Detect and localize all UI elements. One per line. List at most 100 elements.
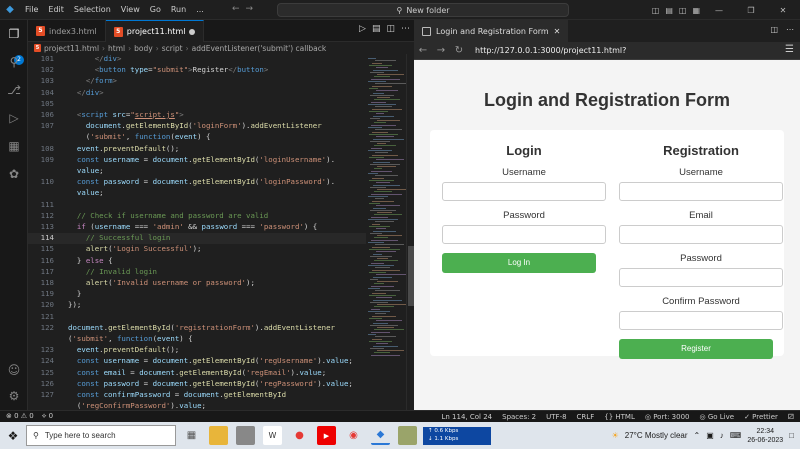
code-line[interactable]: 108 event.preventDefault();: [28, 144, 366, 155]
chevron-up-icon[interactable]: ⌃: [694, 431, 701, 440]
keyboard-icon[interactable]: ⌨: [730, 431, 742, 440]
vscode-taskbar-icon[interactable]: ◆: [371, 426, 390, 445]
code-line[interactable]: value;: [28, 166, 366, 177]
back-arrow-icon[interactable]: ←: [232, 4, 246, 14]
chatgpt-icon[interactable]: ✿: [4, 164, 24, 184]
code-line[interactable]: 121: [28, 312, 366, 323]
notifications-icon[interactable]: ⚂: [788, 413, 794, 421]
code-line[interactable]: 111: [28, 200, 366, 211]
minimap[interactable]: [366, 54, 408, 410]
reg-confirm-password-input[interactable]: [619, 311, 783, 330]
explorer-icon[interactable]: ❐: [4, 24, 24, 44]
code-line[interactable]: ('submit', function(event) {: [28, 334, 366, 345]
menu-selection[interactable]: Selection: [69, 0, 116, 20]
menu-more[interactable]: ...: [191, 0, 209, 20]
weather-text[interactable]: 27°C Mostly clear: [625, 431, 688, 440]
code-line[interactable]: 107 document.getElementById('loginForm')…: [28, 121, 366, 132]
close-icon[interactable]: ✕: [554, 27, 561, 36]
encoding[interactable]: UTF-8: [546, 413, 566, 421]
code-line[interactable]: ('submit', function(event) {: [28, 132, 366, 143]
code-editor[interactable]: 101 </div> 102 <button type="submit">Regi…: [28, 54, 366, 410]
windows-start-icon[interactable]: ❖: [0, 422, 26, 449]
breadcrumb-item[interactable]: project11.html: [44, 44, 99, 53]
reg-password-input[interactable]: [619, 268, 783, 287]
forward-arrow-icon[interactable]: →: [246, 4, 260, 14]
problems-status[interactable]: ⊗ 0 ⚠ 0: [6, 412, 34, 421]
layout-secondary-icon[interactable]: ◫: [679, 6, 687, 15]
edge-icon[interactable]: ●: [290, 426, 309, 445]
code-line[interactable]: 101 </div>: [28, 54, 366, 65]
menu-icon[interactable]: ☰: [785, 44, 794, 55]
menu-run[interactable]: Run: [166, 0, 191, 20]
code-line[interactable]: 110 const password = document.getElement…: [28, 177, 366, 188]
notification-center-icon[interactable]: □: [789, 431, 794, 440]
reg-username-input[interactable]: [619, 182, 783, 201]
code-line[interactable]: 102 <button type="submit">Register</butt…: [28, 65, 366, 76]
forward-arrow-icon[interactable]: →: [432, 45, 450, 56]
reload-icon[interactable]: ↻: [450, 45, 468, 56]
menu-view[interactable]: View: [116, 0, 145, 20]
code-line[interactable]: 118 alert('Invalid username or password'…: [28, 278, 366, 289]
split-editor-icon[interactable]: ◫: [386, 24, 395, 34]
app-icon[interactable]: [236, 426, 255, 445]
code-line[interactable]: 127 const confirmPassword = document.get…: [28, 390, 366, 401]
code-line[interactable]: 123 event.preventDefault();: [28, 345, 366, 356]
breadcrumb-item[interactable]: script: [162, 44, 183, 53]
reg-email-input[interactable]: [619, 225, 783, 244]
close-icon[interactable]: ✕: [770, 6, 796, 15]
layout-sidebar-icon[interactable]: ◫: [652, 6, 660, 15]
login-password-input[interactable]: [442, 225, 606, 244]
run-debug-icon[interactable]: ▷: [4, 108, 24, 128]
url-input[interactable]: http://127.0.0.1:3000/project11.html?: [472, 44, 782, 58]
youtube-icon[interactable]: ▶: [317, 426, 336, 445]
unsaved-dot-icon[interactable]: [189, 28, 196, 35]
clock[interactable]: 22:34 26-06-2023: [747, 427, 783, 445]
account-icon[interactable]: ☺: [4, 360, 24, 380]
network-icon[interactable]: ▣: [706, 431, 714, 440]
extensions-icon[interactable]: ▦: [4, 136, 24, 156]
editor-scrollbar[interactable]: [406, 54, 414, 410]
volume-icon[interactable]: ♪: [720, 431, 724, 440]
gear-icon[interactable]: ⚙: [4, 386, 24, 406]
code-line[interactable]: 112 // Check if username and password ar…: [28, 211, 366, 222]
code-line[interactable]: 125 const email = document.getElementByI…: [28, 368, 366, 379]
line-endings[interactable]: CRLF: [577, 413, 595, 421]
more-actions-icon[interactable]: ⋯: [401, 24, 410, 34]
menu-go[interactable]: Go: [145, 0, 166, 20]
login-button[interactable]: Log In: [442, 253, 596, 273]
code-line[interactable]: 115 alert('Login Successful');: [28, 244, 366, 255]
taskbar-search[interactable]: ⚲ Type here to search: [26, 425, 176, 446]
language-mode[interactable]: {} HTML: [604, 413, 635, 421]
run-icon[interactable]: ▷: [359, 24, 366, 34]
ports-status[interactable]: ⟡ 0: [42, 412, 53, 421]
chrome-icon[interactable]: ◉: [344, 426, 363, 445]
search-icon[interactable]: ⚲: [4, 52, 24, 72]
tab-project11[interactable]: 5 project11.html: [105, 20, 205, 42]
code-line[interactable]: 114 // Successful login: [28, 233, 366, 245]
layout-panel-icon[interactable]: ▤: [665, 6, 673, 15]
minimize-icon[interactable]: —: [706, 6, 732, 15]
more-actions-icon[interactable]: ⋯: [786, 25, 794, 34]
command-center-search[interactable]: ⚲ New folder: [277, 3, 569, 17]
code-line[interactable]: ('regConfirmPassword').value;: [28, 401, 366, 410]
menu-file[interactable]: File: [20, 0, 43, 20]
code-line[interactable]: 124 const username = document.getElement…: [28, 356, 366, 367]
code-line[interactable]: 116 } else {: [28, 256, 366, 267]
restore-icon[interactable]: ❐: [738, 6, 764, 15]
customize-layout-icon[interactable]: ▦: [692, 6, 700, 15]
code-line[interactable]: 109 const username = document.getElement…: [28, 155, 366, 166]
split-editor-icon[interactable]: ◫: [770, 25, 778, 34]
tab-browser-preview[interactable]: Login and Registration Form ✕: [414, 20, 569, 42]
menu-edit[interactable]: Edit: [43, 0, 69, 20]
tab-index3[interactable]: 5 index3.html: [28, 20, 106, 42]
code-line[interactable]: 117 // Invalid login: [28, 267, 366, 278]
breadcrumb-item[interactable]: body: [134, 44, 153, 53]
code-line[interactable]: 104 </div>: [28, 88, 366, 99]
code-line[interactable]: 113 if (username === 'admin' && password…: [28, 222, 366, 233]
login-username-input[interactable]: [442, 182, 606, 201]
code-line[interactable]: 103 </form>: [28, 76, 366, 87]
code-line[interactable]: 106 <script src="script.js">: [28, 110, 366, 121]
port-status[interactable]: ◎ Port: 3000: [645, 413, 690, 421]
code-line[interactable]: 122 document.getElementById('registration…: [28, 323, 366, 334]
source-control-icon[interactable]: ⎇: [4, 80, 24, 100]
